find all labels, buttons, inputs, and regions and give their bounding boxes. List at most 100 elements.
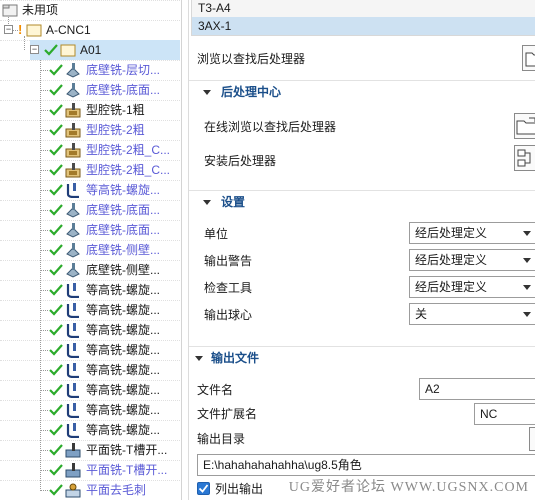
tree-node-label: 等高铣-螺旋... <box>86 283 160 297</box>
cavity-mill-icon <box>65 143 81 158</box>
checkmark-icon <box>49 104 63 116</box>
cavity-mill-icon <box>65 163 81 178</box>
tree-node-label: 型腔铣-2粗_C... <box>86 143 171 157</box>
tree-node-label: 等高铣-螺旋... <box>86 403 160 417</box>
list-output-label: 列出输出 <box>215 482 264 496</box>
units-label: 单位 <box>204 227 229 241</box>
tree-node-operation[interactable]: 等高铣-螺旋... <box>40 340 180 360</box>
checkmark-icon <box>49 184 63 196</box>
zlevel-mill-icon <box>66 303 79 318</box>
select-value: 关 <box>415 307 428 321</box>
filename-label: 文件名 <box>197 383 234 397</box>
tree-node-label: 等高铣-螺旋... <box>86 363 160 377</box>
tree-node-operation[interactable]: 等高铣-螺旋... <box>40 400 180 420</box>
face-mill-icon <box>66 63 80 78</box>
tree-node-label: 底壁铣-底面... <box>86 223 160 237</box>
install-button[interactable] <box>514 145 535 171</box>
checkmark-icon <box>49 344 63 356</box>
tree-node-operation[interactable]: 型腔铣-2粗 <box>40 120 180 140</box>
postprocessor-list[interactable]: T3-A4 3AX-1 <box>191 0 535 36</box>
output-warning-select[interactable]: 经后处理定义 <box>409 249 535 271</box>
tree-node-group[interactable]: − A01 <box>30 40 180 60</box>
tree-connector <box>40 430 48 431</box>
tree-node-operation[interactable]: 型腔铣-1粗 <box>40 100 180 120</box>
list-output-checkbox[interactable] <box>197 482 210 495</box>
tree-node-label: 平面铣-T槽开... <box>86 463 168 477</box>
zlevel-mill-icon <box>66 183 79 198</box>
tree-connector <box>40 230 48 231</box>
tree-connector <box>40 490 48 491</box>
checkmark-icon <box>49 204 63 216</box>
tree-node-operation[interactable]: 平面去毛刺 <box>40 480 180 500</box>
file-extension-input[interactable]: NC <box>474 403 535 425</box>
checkmark-icon <box>49 304 63 316</box>
zlevel-mill-icon <box>66 283 79 298</box>
list-item[interactable]: T3-A4 <box>198 0 231 17</box>
cavity-mill-icon <box>65 103 81 118</box>
tree-node-operation[interactable]: 型腔铣-2粗_C... <box>40 140 180 160</box>
output-ball-center-label: 输出球心 <box>204 308 253 322</box>
zlevel-mill-icon <box>66 343 79 358</box>
program-folder-icon <box>26 24 42 37</box>
tree-connector <box>40 130 48 131</box>
tree-node-label: A-CNC1 <box>46 23 91 37</box>
output-dir-input[interactable]: E:\hahahahahahha\ug8.5角色 <box>197 454 535 476</box>
install-label: 安装后处理器 <box>204 154 277 168</box>
folder-open-icon <box>516 117 535 135</box>
collapse-icon[interactable]: − <box>30 45 39 54</box>
section-collapse-icon[interactable] <box>195 356 203 361</box>
postcenter-section: 后处理中心 在线浏览以查找后处理器 安装后处理器 <box>189 80 535 184</box>
checkmark-icon <box>49 84 63 96</box>
tree-node-label: A01 <box>80 43 102 57</box>
section-collapse-icon[interactable] <box>203 90 211 95</box>
deburr-icon <box>65 483 81 498</box>
section-title[interactable]: 输出文件 <box>211 348 259 368</box>
section-title[interactable]: 设置 <box>221 192 245 212</box>
tree-node-operation[interactable]: 底壁铣-侧壁... <box>40 260 180 280</box>
tree-connector <box>40 210 48 211</box>
output-ball-center-select[interactable]: 关 <box>409 303 535 325</box>
chevron-down-icon <box>523 231 531 236</box>
output-warning-label: 输出警告 <box>204 254 253 268</box>
tree-node-label: 底壁铣-侧壁... <box>86 243 160 257</box>
tree-node-operation[interactable]: 底壁铣-底面... <box>40 80 180 100</box>
tree-node-label: 等高铣-螺旋... <box>86 183 160 197</box>
tree-node-operation[interactable]: 等高铣-螺旋... <box>40 180 180 200</box>
tree-node-operation[interactable]: 等高铣-螺旋... <box>40 380 180 400</box>
face-mill-icon <box>66 203 80 218</box>
tree-node-operation[interactable]: 底壁铣-层切... <box>40 60 180 80</box>
tree-node-operation[interactable]: 型腔铣-2粗_C... <box>40 160 180 180</box>
tree-connector <box>40 70 48 71</box>
list-selection-highlight <box>192 17 535 35</box>
tree-node-operation[interactable]: 底壁铣-侧壁... <box>40 240 180 260</box>
filename-input[interactable]: A2 <box>419 378 535 400</box>
checkmark-icon <box>49 404 63 416</box>
tree-node-operation[interactable]: 底壁铣-底面... <box>40 220 180 240</box>
section-title[interactable]: 后处理中心 <box>221 82 281 102</box>
tree-node-operation[interactable]: 底壁铣-底面... <box>40 200 180 220</box>
tree-connector <box>40 170 48 171</box>
section-collapse-icon[interactable] <box>203 200 211 205</box>
collapse-icon[interactable]: − <box>4 25 13 34</box>
tree-node-operation[interactable]: 等高铣-螺旋... <box>40 420 180 440</box>
tree-node-label: 等高铣-螺旋... <box>86 303 160 317</box>
tree-node-operation[interactable]: 平面铣-T槽开... <box>40 460 180 480</box>
check-tool-select[interactable]: 经后处理定义 <box>409 276 535 298</box>
tree-node-operation[interactable]: 等高铣-螺旋... <box>40 300 180 320</box>
list-item[interactable]: 3AX-1 <box>198 17 231 35</box>
units-select[interactable]: 经后处理定义 <box>409 222 535 244</box>
output-dir-label: 输出目录 <box>197 432 246 446</box>
zlevel-mill-icon <box>66 383 79 398</box>
zlevel-mill-icon <box>66 323 79 338</box>
tree-node-operation[interactable]: 等高铣-螺旋... <box>40 320 180 340</box>
zlevel-mill-icon <box>66 363 79 378</box>
tree-node-operation[interactable]: 平面铣-T槽开... <box>40 440 180 460</box>
output-dir-browse-button[interactable] <box>529 427 535 451</box>
chevron-down-icon <box>523 285 531 290</box>
browse-label: 浏览以查找后处理器 <box>197 52 306 66</box>
online-browse-button[interactable] <box>514 113 535 139</box>
browse-folder-button[interactable] <box>522 45 535 71</box>
face-mill-icon <box>66 223 80 238</box>
tree-node-operation[interactable]: 等高铣-螺旋... <box>40 360 180 380</box>
tree-node-operation[interactable]: 等高铣-螺旋... <box>40 280 180 300</box>
